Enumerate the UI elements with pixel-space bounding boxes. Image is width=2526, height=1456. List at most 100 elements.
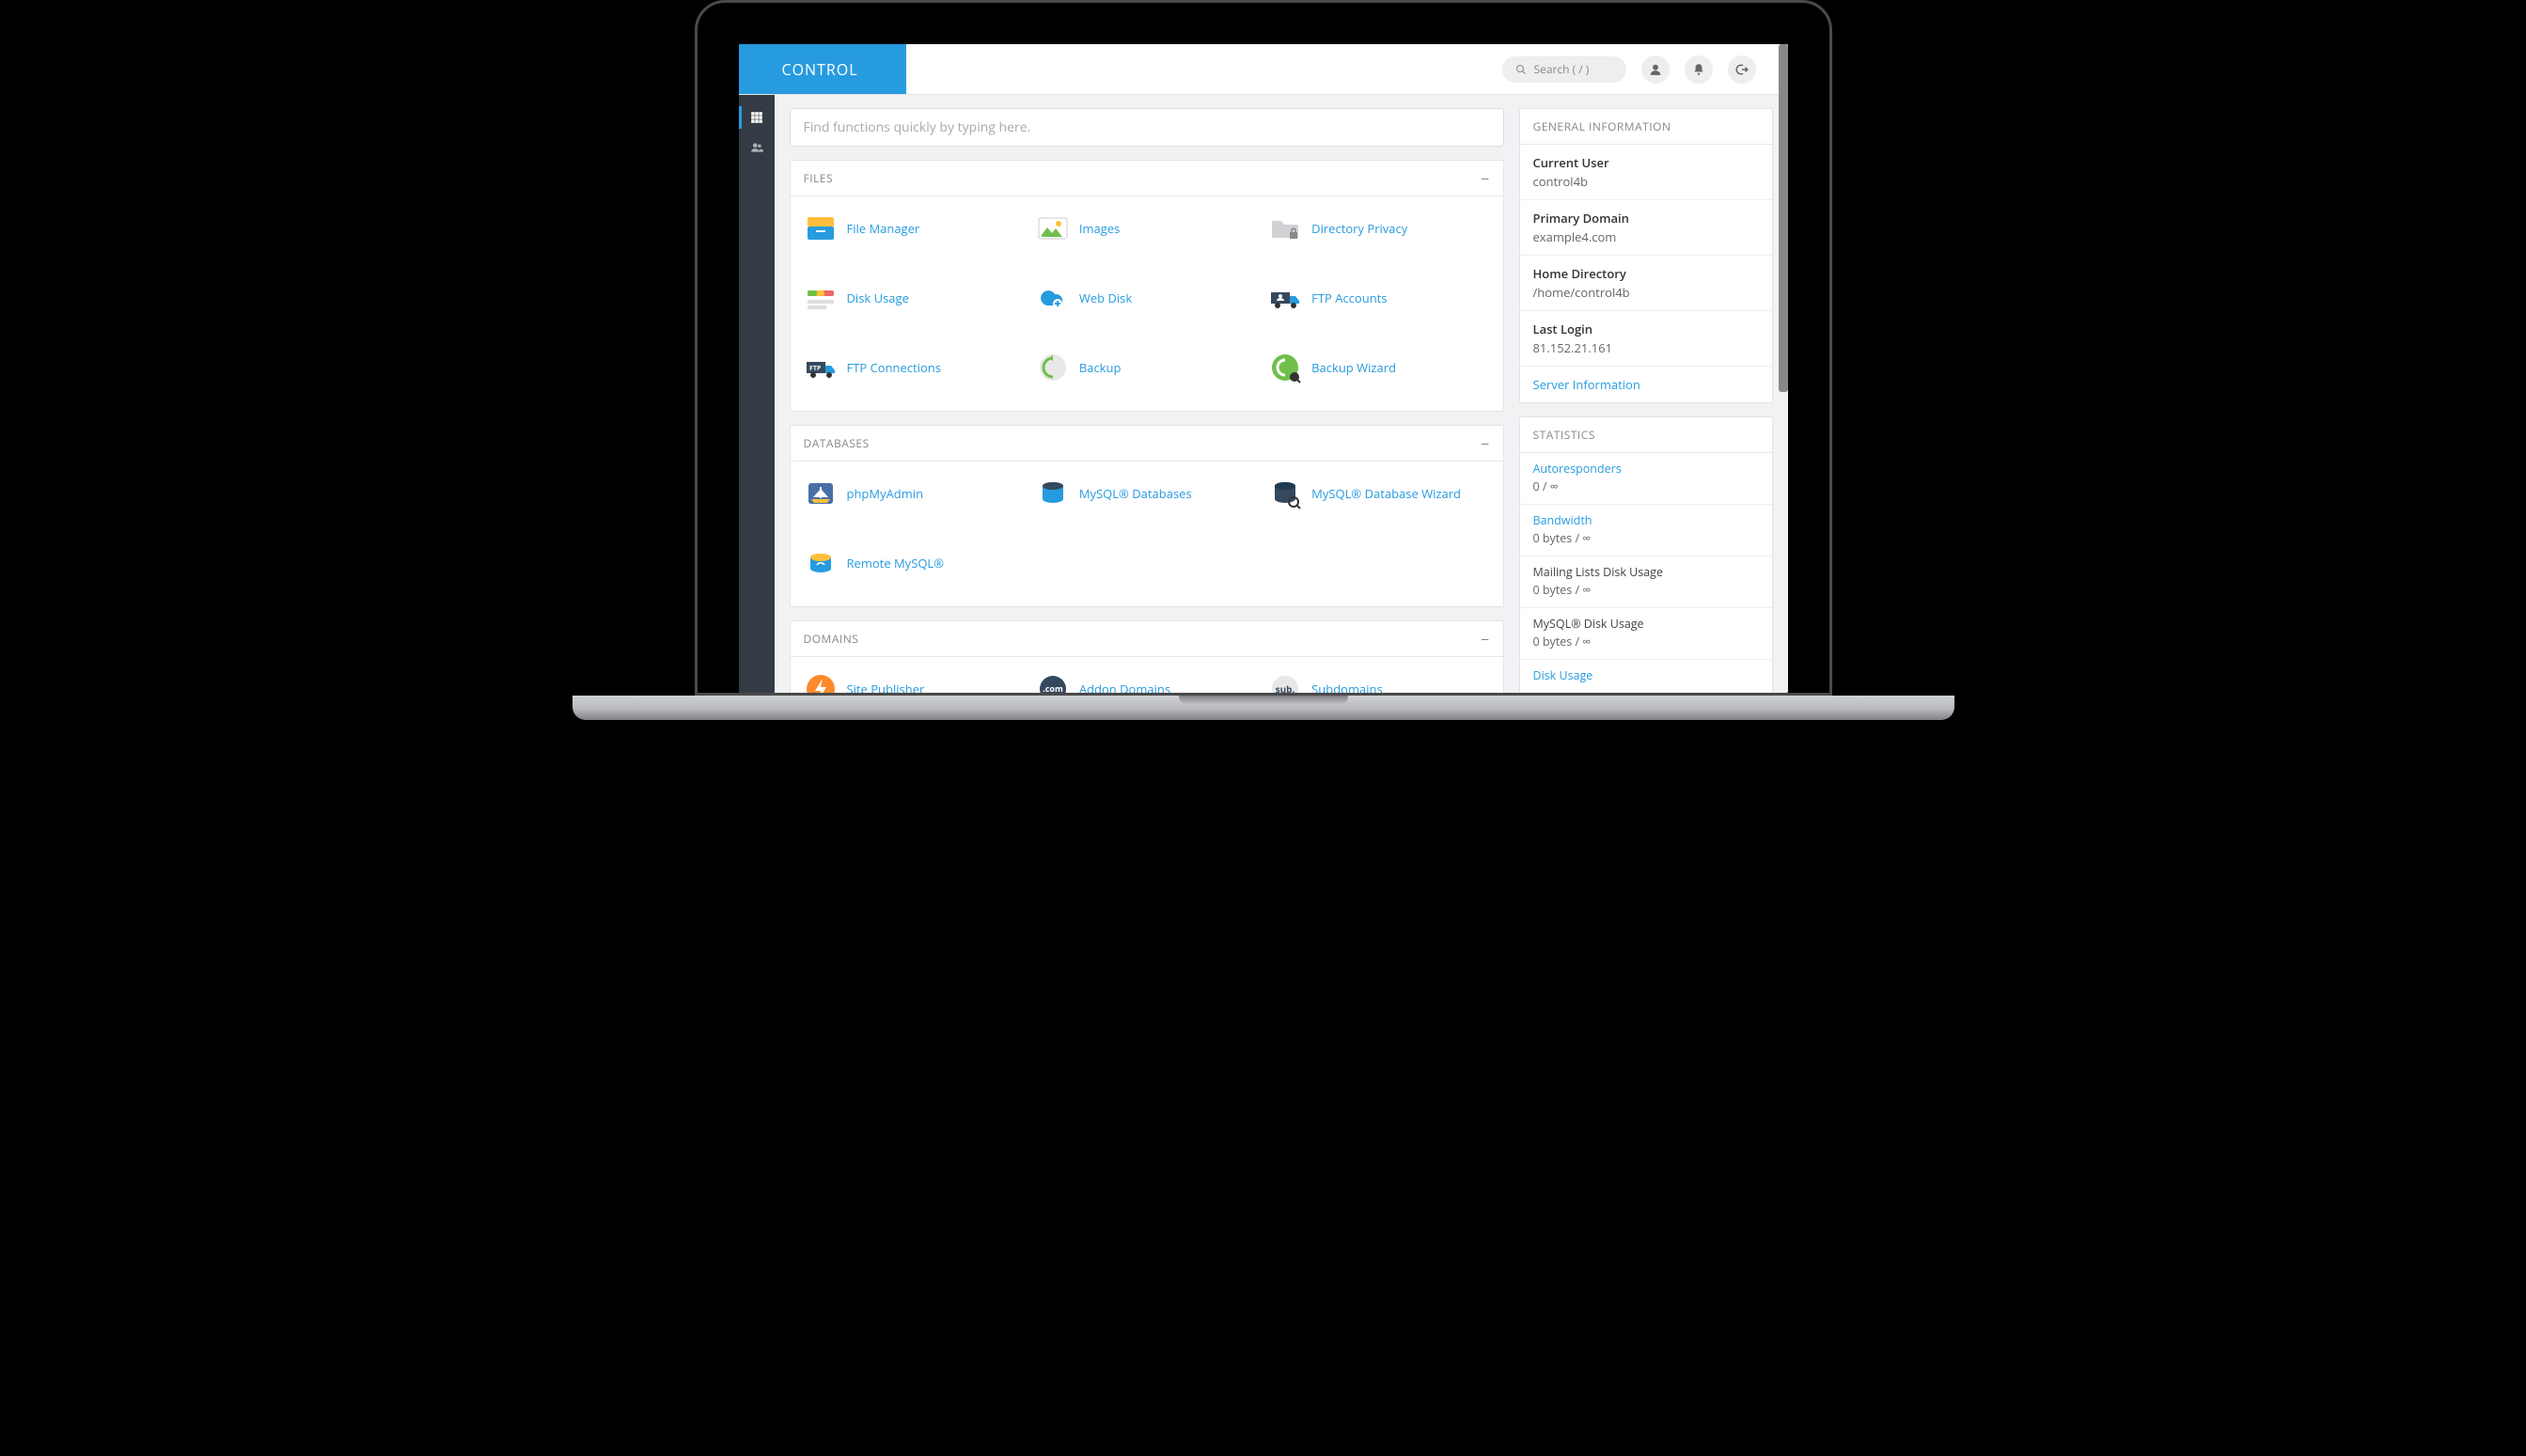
stat-row: MySQL® Disk Usage 0 bytes / ∞ (1520, 608, 1772, 660)
logout-icon (1735, 63, 1749, 76)
arrow-ccw-green-icon (1268, 351, 1302, 384)
app-label: Subdomains (1311, 681, 1383, 693)
gauge-icon (804, 281, 838, 315)
app-backup[interactable]: Backup (1032, 345, 1261, 411)
cloud-icon (1036, 281, 1070, 315)
app-label: Backup (1079, 359, 1122, 376)
collapse-icon[interactable]: − (1481, 174, 1490, 183)
app-label: Backup Wizard (1311, 359, 1396, 376)
app-label: FTP Connections (847, 359, 941, 376)
user-button[interactable] (1641, 55, 1670, 84)
app-label: File Manager (847, 220, 920, 237)
find-functions-input[interactable]: Find functions quickly by typing here. (790, 108, 1504, 147)
stat-row: Mailing Lists Disk Usage 0 bytes / ∞ (1520, 556, 1772, 608)
topbar: CONTROL Search ( / ) (739, 44, 1788, 95)
app-addon-domains[interactable]: .com Addon Domains (1032, 666, 1261, 693)
sidebar (739, 95, 775, 693)
app-mysql-databases[interactable]: MySQL® Databases (1032, 471, 1261, 537)
databases-panel: DATABASES − phpMyAdmin MySQL® Databases My… (790, 425, 1504, 607)
app-label: phpMyAdmin (847, 485, 924, 502)
app-disk-usage[interactable]: Disk Usage (800, 275, 1028, 341)
bolt-icon (804, 672, 838, 693)
app-remote-mysql[interactable]: Remote MySQL® (800, 540, 1028, 606)
app-site-publisher[interactable]: Site Publisher (800, 666, 1028, 693)
general-info-title: GENERAL INFORMATION (1533, 118, 1671, 134)
stat-label[interactable]: Bandwidth (1533, 512, 1759, 528)
server-info-link[interactable]: Server Information (1520, 367, 1772, 402)
truck-ftp-icon: FTP (804, 351, 838, 384)
stat-label[interactable]: Autoresponders (1533, 461, 1759, 477)
app-directory-privacy[interactable]: Directory Privacy (1264, 206, 1493, 272)
sub-icon: sub. (1268, 672, 1302, 693)
drawer-icon (804, 211, 838, 245)
sidebar-users[interactable] (739, 133, 775, 163)
info-last-login: Last Login 81.152.21.161 (1520, 311, 1772, 367)
truck-user-icon (1268, 281, 1302, 315)
collapse-icon[interactable]: − (1481, 439, 1490, 448)
app-images[interactable]: Images (1032, 206, 1261, 272)
app-label: MySQL® Database Wizard (1311, 485, 1461, 502)
files-panel: FILES − File Manager Images Directory Priv… (790, 160, 1504, 412)
app-phpmyadmin[interactable]: phpMyAdmin (800, 471, 1028, 537)
stat-row[interactable]: Autoresponders0 / ∞ (1520, 453, 1772, 505)
db-remote-icon (804, 546, 838, 580)
arrow-ccw-icon (1036, 351, 1070, 384)
app-ftp-connections[interactable]: FTP FTP Connections (800, 345, 1028, 411)
domains-title: DOMAINS (804, 631, 859, 647)
stat-row[interactable]: Disk Usage (1520, 660, 1772, 693)
stat-row[interactable]: Bandwidth 0 bytes / ∞ (1520, 505, 1772, 556)
logout-button[interactable] (1728, 55, 1756, 84)
svg-text:.com: .com (1043, 682, 1063, 693)
stat-value: 0 bytes / ∞ (1533, 634, 1759, 650)
files-title: FILES (804, 170, 834, 186)
com-plus-icon: .com (1036, 672, 1070, 693)
app-mysql-wizard[interactable]: MySQL® Database Wizard (1264, 471, 1493, 537)
svg-text:FTP: FTP (809, 365, 822, 373)
general-info-panel: GENERAL INFORMATION Current User control… (1519, 108, 1773, 403)
stat-label: MySQL® Disk Usage (1533, 616, 1759, 632)
stat-value: 0 bytes / ∞ (1533, 582, 1759, 598)
app-backup-wizard[interactable]: Backup Wizard (1264, 345, 1493, 411)
global-search[interactable]: Search ( / ) (1502, 56, 1626, 83)
app-label: MySQL® Databases (1079, 485, 1192, 502)
ship-icon (804, 477, 838, 510)
databases-title: DATABASES (804, 435, 870, 451)
db-icon (1036, 477, 1070, 510)
db-search-icon (1268, 477, 1302, 510)
statistics-panel: STATISTICS Autoresponders0 / ∞ Bandwidth 0… (1519, 416, 1773, 693)
statistics-title: STATISTICS (1533, 427, 1595, 443)
app-label: FTP Accounts (1311, 290, 1387, 306)
info-primary-domain: Primary Domain example4.com (1520, 200, 1772, 256)
stat-label: Mailing Lists Disk Usage (1533, 564, 1759, 580)
info-home-dir: Home Directory /home/control4b (1520, 256, 1772, 311)
stat-value: 0 / ∞ (1533, 478, 1759, 494)
app-ftp-accounts[interactable]: FTP Accounts (1264, 275, 1493, 341)
folder-lock-icon (1268, 211, 1302, 245)
notifications-button[interactable] (1685, 55, 1713, 84)
app-label: Remote MySQL® (847, 555, 945, 571)
svg-text:sub.: sub. (1276, 682, 1295, 693)
app-file-manager[interactable]: File Manager (800, 206, 1028, 272)
info-current-user: Current User control4b (1520, 145, 1772, 200)
search-icon (1515, 64, 1527, 75)
sidebar-home[interactable] (739, 102, 775, 133)
users-icon (750, 141, 763, 154)
laptop-base (573, 696, 1954, 720)
app-subdomains[interactable]: sub. Subdomains (1264, 666, 1493, 693)
app-label: Site Publisher (847, 681, 925, 693)
app-label: Web Disk (1079, 290, 1132, 306)
user-icon (1649, 63, 1662, 76)
app-label: Images (1079, 220, 1120, 237)
grid-icon (750, 111, 763, 124)
stat-label[interactable]: Disk Usage (1533, 667, 1759, 683)
collapse-icon[interactable]: − (1481, 634, 1490, 644)
brand-logo: CONTROL (739, 44, 906, 94)
image-icon (1036, 211, 1070, 245)
app-label: Addon Domains (1079, 681, 1170, 693)
app-label: Disk Usage (847, 290, 909, 306)
app-web-disk[interactable]: Web Disk (1032, 275, 1261, 341)
stat-value: 0 bytes / ∞ (1533, 530, 1759, 546)
bell-icon (1692, 63, 1705, 76)
scrollbar[interactable] (1779, 44, 1788, 392)
app-label: Directory Privacy (1311, 220, 1407, 237)
